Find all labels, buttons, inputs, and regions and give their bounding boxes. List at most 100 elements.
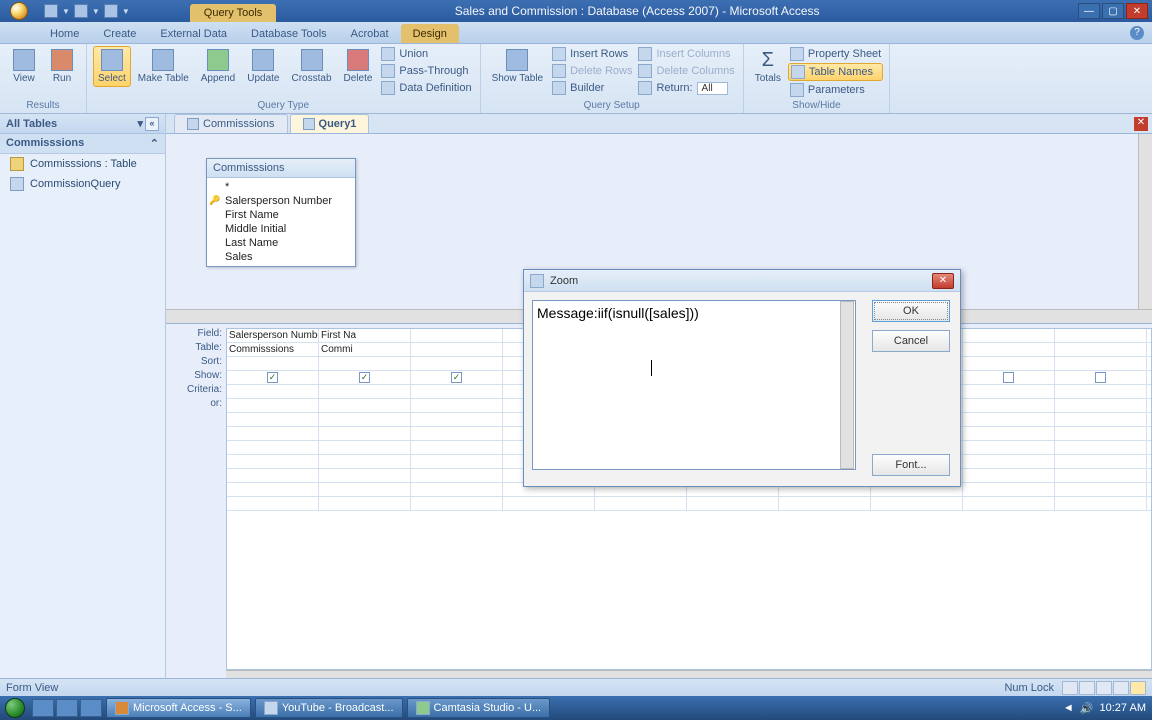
minimize-button[interactable]: — [1078, 3, 1100, 19]
font-button[interactable]: Font... [872, 454, 950, 476]
grid-cell[interactable]: First Na [319, 329, 411, 342]
grid-cell[interactable] [411, 385, 503, 398]
grid-cell[interactable] [1055, 427, 1147, 440]
taskbar-task[interactable]: YouTube - Broadcast... [255, 698, 403, 718]
cancel-button[interactable]: Cancel [872, 330, 950, 352]
grid-cell[interactable] [411, 413, 503, 426]
show-checkbox[interactable] [1003, 372, 1014, 383]
grid-cell[interactable] [411, 441, 503, 454]
grid-cell[interactable] [963, 469, 1055, 482]
grid-cell[interactable] [411, 469, 503, 482]
grid-cell[interactable] [1055, 329, 1147, 342]
start-button[interactable] [0, 696, 30, 720]
field-item[interactable]: Sales [207, 250, 355, 264]
field-item[interactable]: Last Name [207, 236, 355, 250]
union-button[interactable]: Union [379, 46, 473, 62]
insert-columns-button[interactable]: Insert Columns [636, 46, 736, 62]
chevron-down-icon[interactable]: ▾ [137, 117, 143, 131]
grid-cell[interactable] [227, 455, 319, 468]
update-button[interactable]: Update [242, 46, 284, 87]
grid-cell[interactable] [319, 497, 411, 510]
qat-dropdown-icon[interactable]: ▼ [62, 7, 70, 16]
nav-item-table[interactable]: Commisssions : Table [0, 154, 165, 174]
grid-cell[interactable] [411, 329, 503, 342]
show-checkbox[interactable]: ✓ [359, 372, 370, 383]
grid-cell[interactable] [871, 497, 963, 510]
grid-cell[interactable] [963, 441, 1055, 454]
delete-rows-button[interactable]: Delete Rows [550, 63, 634, 79]
grid-cell[interactable] [319, 455, 411, 468]
grid-cell[interactable] [227, 427, 319, 440]
grid-cell[interactable] [411, 343, 503, 356]
grid-cell[interactable] [963, 371, 1055, 384]
tab-create[interactable]: Create [91, 24, 148, 43]
grid-cell[interactable] [1055, 455, 1147, 468]
grid-cell[interactable] [963, 399, 1055, 412]
undo-icon[interactable] [74, 4, 88, 18]
tab-home[interactable]: Home [38, 24, 91, 43]
field-item[interactable]: First Name [207, 208, 355, 222]
view-datasheet-icon[interactable] [1062, 681, 1078, 695]
grid-cell[interactable] [1055, 371, 1147, 384]
grid-cell[interactable] [1055, 483, 1147, 496]
grid-cell[interactable] [227, 413, 319, 426]
property-sheet-button[interactable]: Property Sheet [788, 46, 883, 62]
builder-button[interactable]: Builder [550, 80, 634, 96]
show-checkbox[interactable]: ✓ [451, 372, 462, 383]
grid-cell[interactable] [319, 385, 411, 398]
field-star[interactable]: * [207, 180, 355, 194]
quick-launch-icon[interactable] [80, 699, 102, 717]
totals-button[interactable]: ΣTotals [750, 46, 786, 87]
make-table-button[interactable]: Make Table [133, 46, 194, 87]
grid-cell[interactable] [595, 497, 687, 510]
grid-cell[interactable] [1055, 469, 1147, 482]
grid-cell[interactable] [319, 483, 411, 496]
grid-cell[interactable] [319, 399, 411, 412]
quick-launch-icon[interactable] [32, 699, 54, 717]
ok-button[interactable]: OK [872, 300, 950, 322]
nav-header[interactable]: All Tables ▾« [0, 114, 165, 134]
run-button[interactable]: Run [44, 46, 80, 87]
view-button[interactable]: View [6, 46, 42, 87]
grid-cell[interactable] [1055, 357, 1147, 370]
field-item[interactable]: Salersperson Number [207, 194, 355, 208]
grid-cell[interactable] [319, 413, 411, 426]
grid-cell[interactable]: ✓ [319, 371, 411, 384]
grid-cell[interactable] [227, 483, 319, 496]
grid-cell[interactable] [963, 385, 1055, 398]
tab-external-data[interactable]: External Data [148, 24, 239, 43]
view-chart-icon[interactable] [1096, 681, 1112, 695]
show-checkbox[interactable]: ✓ [267, 372, 278, 383]
grid-cell[interactable] [687, 497, 779, 510]
vertical-scrollbar[interactable] [1138, 134, 1152, 309]
grid-cell[interactable] [411, 497, 503, 510]
grid-cell[interactable] [963, 343, 1055, 356]
tray-icon[interactable]: 🔊 [1080, 702, 1094, 715]
grid-cell[interactable] [963, 357, 1055, 370]
redo-icon[interactable] [104, 4, 118, 18]
grid-cell[interactable] [411, 427, 503, 440]
view-sql-icon[interactable] [1113, 681, 1129, 695]
grid-cell[interactable] [319, 469, 411, 482]
parameters-button[interactable]: Parameters [788, 82, 883, 98]
maximize-button[interactable]: ▢ [1102, 3, 1124, 19]
grid-cell[interactable]: Salersperson Number [227, 329, 319, 342]
table-field-list[interactable]: Commisssions * Salersperson Number First… [206, 158, 356, 267]
grid-cell[interactable] [1055, 497, 1147, 510]
help-icon[interactable]: ? [1130, 26, 1144, 40]
table-names-button[interactable]: Table Names [788, 63, 883, 81]
zoom-titlebar[interactable]: Zoom ✕ [524, 270, 960, 292]
select-button[interactable]: Select [93, 46, 131, 87]
grid-cell[interactable] [1055, 343, 1147, 356]
grid-cell[interactable] [963, 427, 1055, 440]
tab-design[interactable]: Design [401, 24, 459, 43]
doc-tab-query1[interactable]: Query1 [290, 114, 370, 133]
taskbar-task[interactable]: Microsoft Access - S... [106, 698, 251, 718]
grid-cell[interactable] [227, 469, 319, 482]
grid-cell[interactable] [227, 497, 319, 510]
return-control[interactable]: Return: All [636, 80, 736, 96]
crosstab-button[interactable]: Crosstab [287, 46, 337, 87]
grid-cell[interactable]: Commisssions [227, 343, 319, 356]
grid-cell[interactable] [411, 455, 503, 468]
grid-cell[interactable] [411, 357, 503, 370]
